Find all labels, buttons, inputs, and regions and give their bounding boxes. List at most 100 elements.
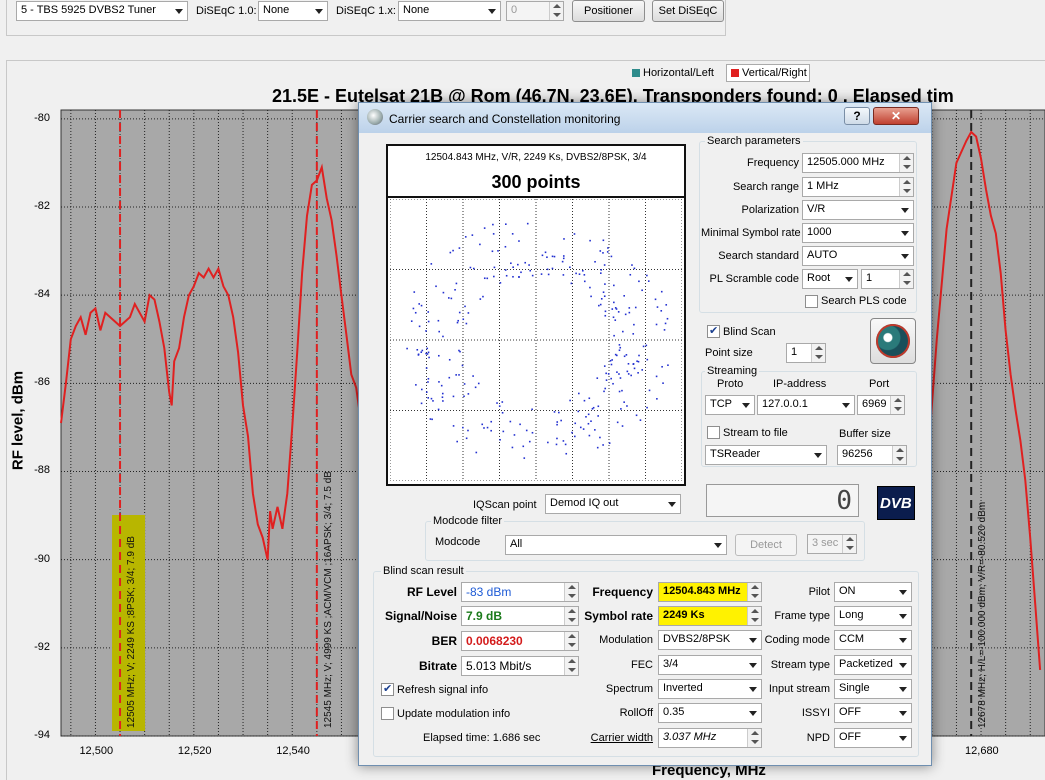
result-frequency-field[interactable]: 12504.843 MHz — [658, 582, 762, 602]
search-pls-checkbox[interactable] — [805, 295, 818, 308]
modulation-select[interactable]: DVBS2/8PSK — [658, 630, 762, 650]
search-standard-select[interactable]: AUTO — [802, 246, 914, 266]
iqscan-select[interactable]: Demod IQ out — [545, 494, 681, 514]
iq-point — [610, 377, 612, 380]
ber-label: BER — [431, 634, 457, 648]
iq-point — [426, 347, 429, 350]
iq-point — [531, 274, 534, 277]
coding-mode-value: CCM — [839, 633, 865, 645]
pls-value-spin[interactable]: 1 — [861, 269, 914, 289]
pls-type-select[interactable]: Root — [802, 269, 858, 289]
rolloff-value: 0.35 — [663, 706, 685, 718]
iq-point — [546, 256, 548, 259]
search-range-spin[interactable]: 1 MHz — [802, 177, 914, 197]
iq-point — [525, 429, 528, 432]
iq-point — [490, 420, 493, 423]
iq-point — [618, 390, 621, 393]
rolloff-select[interactable]: 0.35 — [658, 703, 762, 723]
bitrate-field[interactable]: 5.013 Mbit/s — [461, 656, 579, 676]
iq-point — [607, 247, 609, 249]
carrier-width-field[interactable]: 3.037 MHz — [658, 728, 762, 748]
modcode-select[interactable]: All — [505, 535, 727, 555]
stream-type-select[interactable]: Packetized — [834, 655, 912, 675]
iq-point — [632, 333, 635, 335]
refresh-signal-checkbox[interactable] — [381, 682, 394, 696]
iq-point — [483, 227, 486, 229]
detect-time-spin[interactable]: 3 sec — [807, 534, 857, 554]
port-spin[interactable]: 6969 — [857, 395, 905, 415]
iq-point — [656, 398, 658, 400]
pilot-select[interactable]: ON — [834, 582, 912, 602]
point-size-value: 1 — [791, 346, 798, 358]
close-button[interactable]: ✕ — [873, 107, 919, 125]
iq-point — [479, 243, 481, 246]
iq-point — [522, 445, 525, 448]
iq-point — [493, 266, 496, 269]
snr-field[interactable]: 7.9 dB — [461, 606, 579, 626]
iq-point — [551, 255, 554, 258]
iq-point — [452, 249, 454, 252]
polarization-select[interactable]: V/R — [802, 200, 914, 220]
iq-point — [498, 405, 501, 407]
update-modulation-checkbox[interactable] — [381, 707, 394, 720]
min-symbol-rate-select[interactable]: 1000 — [802, 223, 914, 243]
blind-scan-checkbox[interactable] — [707, 324, 720, 338]
proto-select[interactable]: TCP — [705, 395, 755, 415]
stream-to-file-checkbox[interactable] — [707, 426, 720, 439]
iq-point — [442, 400, 444, 402]
min-symbol-rate-label: Minimal Symbol rate — [701, 227, 801, 239]
iq-point — [628, 311, 631, 314]
help-button[interactable]: ? — [844, 107, 870, 125]
input-stream-select[interactable]: Single — [834, 679, 912, 699]
npd-value: OFF — [839, 731, 861, 743]
ber-field[interactable]: 0.0068230 — [461, 631, 579, 651]
blind-scan-label: Blind Scan — [723, 326, 776, 338]
dvb-logo: DVB — [877, 486, 915, 520]
iq-point — [618, 344, 621, 346]
iq-point — [526, 222, 529, 225]
refresh-signal-label: Refresh signal info — [397, 684, 489, 696]
iq-point — [589, 286, 591, 289]
mascot-icon[interactable] — [870, 318, 916, 364]
iq-point — [578, 392, 580, 395]
search-range-value: 1 MHz — [807, 180, 839, 192]
reader-select[interactable]: TSReader — [705, 445, 827, 465]
issyi-select[interactable]: OFF — [834, 703, 912, 723]
iq-point — [441, 396, 444, 399]
iq-point — [590, 295, 592, 298]
npd-label: NPD — [806, 732, 830, 744]
fec-select[interactable]: 3/4 — [658, 655, 762, 675]
iq-point — [611, 359, 613, 361]
iq-point — [465, 437, 468, 440]
update-modulation-label: Update modulation info — [397, 708, 511, 720]
iq-point — [604, 387, 607, 390]
iq-point — [641, 289, 643, 292]
iq-point — [450, 297, 453, 300]
dialog-titlebar[interactable]: Carrier search and Constellation monitor… — [359, 103, 931, 133]
iq-point — [654, 298, 657, 301]
ip-select[interactable]: 127.0.0.1 — [757, 395, 855, 415]
iq-point — [456, 440, 458, 443]
coding-mode-select[interactable]: CCM — [834, 630, 912, 650]
iq-point — [581, 269, 584, 272]
polarization-value: V/R — [807, 203, 826, 215]
iq-point — [563, 238, 565, 240]
point-size-spin[interactable]: 1 — [786, 343, 826, 363]
iq-point — [610, 255, 613, 258]
carrier-dialog: Carrier search and Constellation monitor… — [358, 102, 932, 766]
buffer-size-spin[interactable]: 96256 — [837, 445, 907, 465]
iq-point — [560, 419, 562, 422]
iq-point — [486, 277, 489, 280]
frequency-spin[interactable]: 12505.000 MHz — [802, 153, 914, 173]
detect-button[interactable]: Detect — [735, 534, 797, 556]
rf-level-field[interactable]: -83 dBm — [461, 582, 579, 602]
iq-point — [518, 240, 520, 242]
iq-point — [636, 360, 638, 363]
spectrum-select[interactable]: Inverted — [658, 679, 762, 699]
symbol-rate-field[interactable]: 2249 Ks — [658, 606, 762, 626]
iq-point — [662, 382, 664, 384]
frame-type-select[interactable]: Long — [834, 606, 912, 626]
iq-point — [613, 334, 615, 337]
npd-select[interactable]: OFF — [834, 728, 912, 748]
iq-point — [448, 358, 451, 361]
